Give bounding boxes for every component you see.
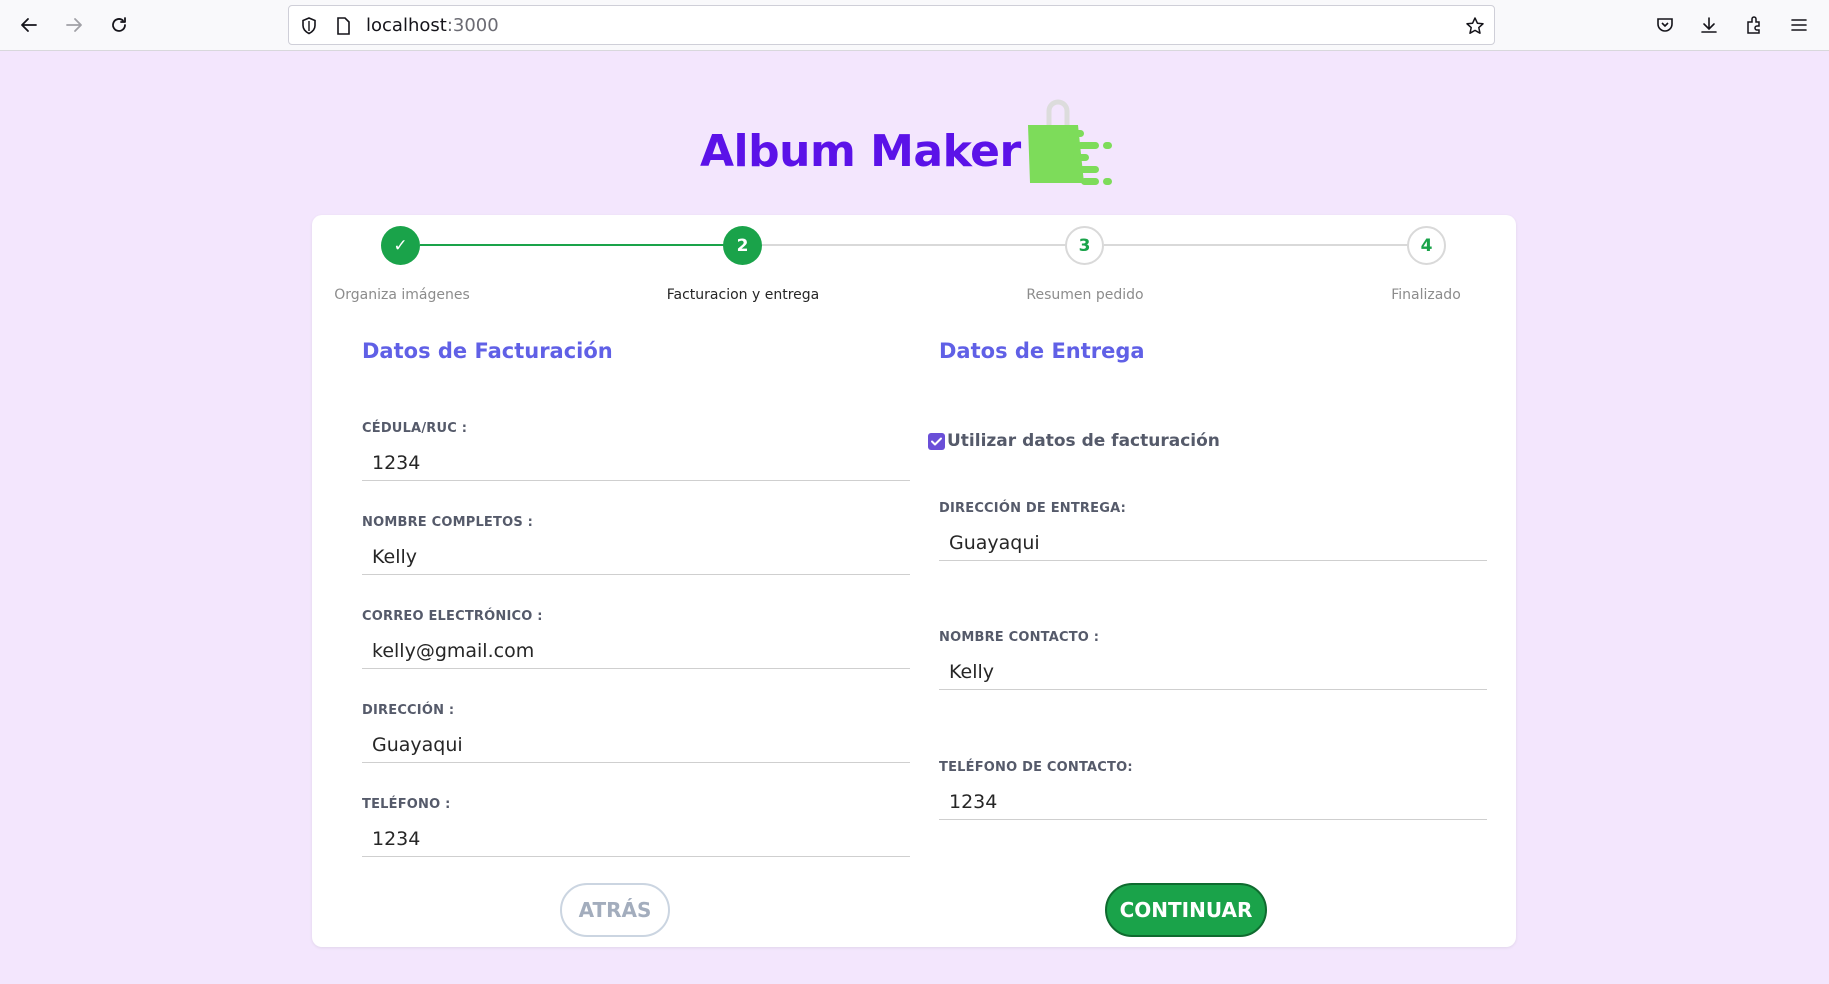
step-3-label: Resumen pedido: [1026, 287, 1144, 303]
bookmark-star-icon[interactable]: [1465, 16, 1485, 36]
reload-icon[interactable]: [104, 10, 134, 40]
step-4-label: Finalizado: [1391, 287, 1461, 303]
contact-phone-input[interactable]: [939, 784, 1487, 820]
use-billing-data-label[interactable]: Utilizar datos de facturación: [947, 431, 1220, 451]
contact-name-label: NOMBRE CONTACTO :: [939, 630, 1100, 645]
use-billing-data-checkbox[interactable]: [928, 432, 945, 450]
delivery-address-input[interactable]: [939, 525, 1487, 561]
cedula-ruc-input[interactable]: [362, 445, 910, 481]
step-2-label: Facturacion y entrega: [666, 287, 820, 303]
forward-arrow-icon[interactable]: [59, 10, 89, 40]
billing-section-title: Datos de Facturación: [362, 339, 613, 363]
step-1-circle[interactable]: ✓: [381, 226, 420, 265]
email-label: CORREO ELECTRÓNICO :: [362, 609, 543, 624]
step-2-circle[interactable]: 2: [723, 226, 762, 265]
step-1-label: Organiza imágenes: [334, 287, 470, 303]
app-logo-title: Album Maker: [700, 126, 1021, 177]
menu-icon[interactable]: [1784, 10, 1814, 40]
checkmark-icon: [931, 437, 942, 445]
step-connector-2: [762, 244, 1066, 246]
phone-label: TELÉFONO :: [362, 797, 451, 812]
phone-input[interactable]: [362, 821, 910, 857]
address-label: DIRECCIÓN :: [362, 703, 455, 718]
download-icon[interactable]: [1694, 10, 1724, 40]
full-name-label: NOMBRE COMPLETOS :: [362, 515, 534, 530]
shield-icon[interactable]: [299, 16, 319, 36]
full-name-input[interactable]: [362, 539, 910, 575]
cedula-ruc-label: CÉDULA/RUC :: [362, 421, 468, 436]
url-host: localhost: [366, 15, 447, 36]
url-text[interactable]: localhost:3000: [366, 15, 499, 36]
contact-phone-label: TELÉFONO DE CONTACTO:: [939, 760, 1133, 775]
contact-name-input[interactable]: [939, 654, 1487, 690]
page-icon[interactable]: [333, 16, 353, 36]
continue-button[interactable]: CONTINUAR: [1105, 883, 1267, 937]
browser-toolbar: localhost:3000: [0, 0, 1829, 51]
pocket-icon[interactable]: [1650, 10, 1680, 40]
address-bar[interactable]: localhost:3000: [288, 5, 1495, 45]
step-3-circle[interactable]: 3: [1065, 226, 1104, 265]
step-connector-1: [420, 244, 724, 246]
step-connector-3: [1104, 244, 1408, 246]
email-input[interactable]: [362, 633, 910, 669]
step-4-circle[interactable]: 4: [1407, 226, 1446, 265]
url-port: :3000: [446, 15, 499, 36]
address-input[interactable]: [362, 727, 910, 763]
shopping-bag-logo-icon: [1028, 99, 1112, 185]
delivery-address-label: DIRECCIÓN DE ENTREGA:: [939, 501, 1126, 516]
use-billing-data-checkbox-row[interactable]: Utilizar datos de facturación: [928, 431, 1220, 451]
extensions-icon[interactable]: [1739, 10, 1769, 40]
delivery-section-title: Datos de Entrega: [939, 339, 1145, 363]
back-arrow-icon[interactable]: [14, 10, 44, 40]
back-button[interactable]: ATRÁS: [560, 883, 670, 937]
